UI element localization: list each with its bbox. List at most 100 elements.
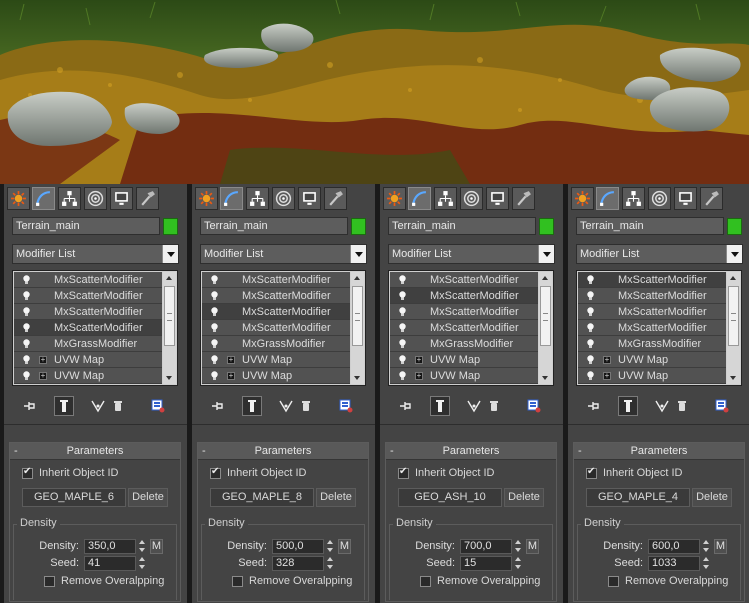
collapse-toggle[interactable]: - <box>578 443 582 459</box>
lightbulb-icon[interactable] <box>22 323 31 333</box>
scroll-down-icon[interactable] <box>163 372 176 384</box>
inherit-object-id-checkbox-row[interactable]: Inherit Object ID <box>586 466 682 480</box>
scroll-thumb[interactable] <box>164 286 175 346</box>
stack-item[interactable]: MxScatterModifier <box>202 304 350 320</box>
stack-item[interactable]: MxGrassModifier <box>202 336 350 352</box>
make-unique-button[interactable] <box>464 396 484 416</box>
stack-item[interactable]: MxScatterModifier <box>578 272 726 288</box>
density-input[interactable]: 500,0 <box>272 539 324 554</box>
remove-modifier-button[interactable] <box>672 396 692 416</box>
inherit-object-id-checkbox[interactable] <box>22 466 33 479</box>
inherit-object-id-checkbox[interactable] <box>210 466 221 479</box>
stack-scrollbar[interactable] <box>539 272 552 384</box>
object-color-swatch[interactable] <box>539 218 554 235</box>
stack-item[interactable]: + UVW Map <box>578 368 726 384</box>
parameters-rollout-header[interactable]: - Parameters <box>10 443 180 460</box>
scroll-thumb[interactable] <box>540 286 551 346</box>
lightbulb-icon[interactable] <box>586 355 595 365</box>
tab-modify[interactable] <box>32 187 55 210</box>
remove-overlapping-checkbox[interactable] <box>232 575 243 587</box>
remove-overlapping-row[interactable]: Remove Overalpping <box>608 575 728 587</box>
scroll-down-icon[interactable] <box>351 372 364 384</box>
tab-modify[interactable] <box>220 187 243 210</box>
stack-item[interactable]: MxScatterModifier <box>14 320 162 336</box>
scroll-up-icon[interactable] <box>727 272 740 284</box>
inherit-object-id-checkbox[interactable] <box>586 466 597 479</box>
inherit-object-id-checkbox-row[interactable]: Inherit Object ID <box>210 466 306 480</box>
object-color-swatch[interactable] <box>727 218 742 235</box>
configure-modifier-sets-button[interactable] <box>712 396 732 416</box>
remove-overlapping-row[interactable]: Remove Overalpping <box>44 575 164 587</box>
lightbulb-icon[interactable] <box>398 323 407 333</box>
lightbulb-icon[interactable] <box>398 307 407 317</box>
object-color-swatch[interactable] <box>163 218 178 235</box>
stack-item[interactable]: MxScatterModifier <box>390 320 538 336</box>
lightbulb-icon[interactable] <box>586 275 595 285</box>
density-input[interactable]: 600,0 <box>648 539 700 554</box>
lightbulb-icon[interactable] <box>22 355 31 365</box>
remove-overlapping-row[interactable]: Remove Overalpping <box>420 575 540 587</box>
lightbulb-icon[interactable] <box>22 307 31 317</box>
stack-item[interactable]: MxScatterModifier <box>14 272 162 288</box>
geometry-pick-button[interactable]: GEO_MAPLE_6 <box>22 488 126 507</box>
scroll-up-icon[interactable] <box>539 272 552 284</box>
stack-scrollbar[interactable] <box>351 272 364 384</box>
tab-motion[interactable] <box>84 187 107 210</box>
chevron-down-icon[interactable] <box>350 245 366 263</box>
expand-plus-icon[interactable]: + <box>603 356 611 364</box>
stack-item[interactable]: MxGrassModifier <box>390 336 538 352</box>
expand-plus-icon[interactable]: + <box>39 356 47 364</box>
lightbulb-icon[interactable] <box>586 371 595 381</box>
density-spinner[interactable] <box>138 539 147 554</box>
pin-stack-button[interactable] <box>20 396 40 416</box>
stack-item[interactable]: MxGrassModifier <box>14 336 162 352</box>
expand-plus-icon[interactable]: + <box>227 356 235 364</box>
tab-hierarchy[interactable] <box>434 187 457 210</box>
tab-display[interactable] <box>674 187 697 210</box>
seed-spinner[interactable] <box>138 556 147 571</box>
collapse-toggle[interactable]: - <box>202 443 206 459</box>
object-name-field[interactable]: Terrain_main <box>388 217 536 235</box>
density-input[interactable]: 350,0 <box>84 539 136 554</box>
tab-motion[interactable] <box>460 187 483 210</box>
configure-modifier-sets-button[interactable] <box>148 396 168 416</box>
density-map-button[interactable]: M <box>150 539 163 554</box>
tab-utilities[interactable] <box>512 187 535 210</box>
pin-stack-button[interactable] <box>584 396 604 416</box>
stack-item[interactable]: MxScatterModifier <box>578 320 726 336</box>
lightbulb-icon[interactable] <box>398 275 407 285</box>
make-unique-button[interactable] <box>652 396 672 416</box>
show-end-result-button[interactable] <box>242 396 262 416</box>
chevron-down-icon[interactable] <box>538 245 554 263</box>
tab-hierarchy[interactable] <box>622 187 645 210</box>
lightbulb-icon[interactable] <box>210 307 219 317</box>
delete-button[interactable]: Delete <box>128 488 168 507</box>
remove-overlapping-checkbox[interactable] <box>608 575 619 587</box>
modifier-list-dropdown[interactable]: Modifier List <box>200 244 367 264</box>
seed-spinner[interactable] <box>702 556 711 571</box>
make-unique-button[interactable] <box>276 396 296 416</box>
lightbulb-icon[interactable] <box>398 355 407 365</box>
pin-stack-button[interactable] <box>208 396 228 416</box>
scroll-thumb[interactable] <box>352 286 363 346</box>
tab-utilities[interactable] <box>700 187 723 210</box>
collapse-toggle[interactable]: - <box>14 443 18 459</box>
scroll-up-icon[interactable] <box>163 272 176 284</box>
stack-item[interactable]: MxScatterModifier <box>202 272 350 288</box>
lightbulb-icon[interactable] <box>398 291 407 301</box>
show-end-result-button[interactable] <box>618 396 638 416</box>
configure-modifier-sets-button[interactable] <box>336 396 356 416</box>
tab-utilities[interactable] <box>324 187 347 210</box>
seed-input[interactable]: 1033 <box>648 556 700 571</box>
stack-item[interactable]: + UVW Map <box>202 352 350 368</box>
stack-item[interactable]: MxScatterModifier <box>578 288 726 304</box>
seed-spinner[interactable] <box>326 556 335 571</box>
object-name-field[interactable]: Terrain_main <box>576 217 724 235</box>
lightbulb-icon[interactable] <box>586 323 595 333</box>
remove-modifier-button[interactable] <box>296 396 316 416</box>
tab-modify[interactable] <box>408 187 431 210</box>
stack-item[interactable]: MxScatterModifier <box>390 272 538 288</box>
lightbulb-icon[interactable] <box>210 371 219 381</box>
chevron-down-icon[interactable] <box>726 245 742 263</box>
tab-display[interactable] <box>298 187 321 210</box>
